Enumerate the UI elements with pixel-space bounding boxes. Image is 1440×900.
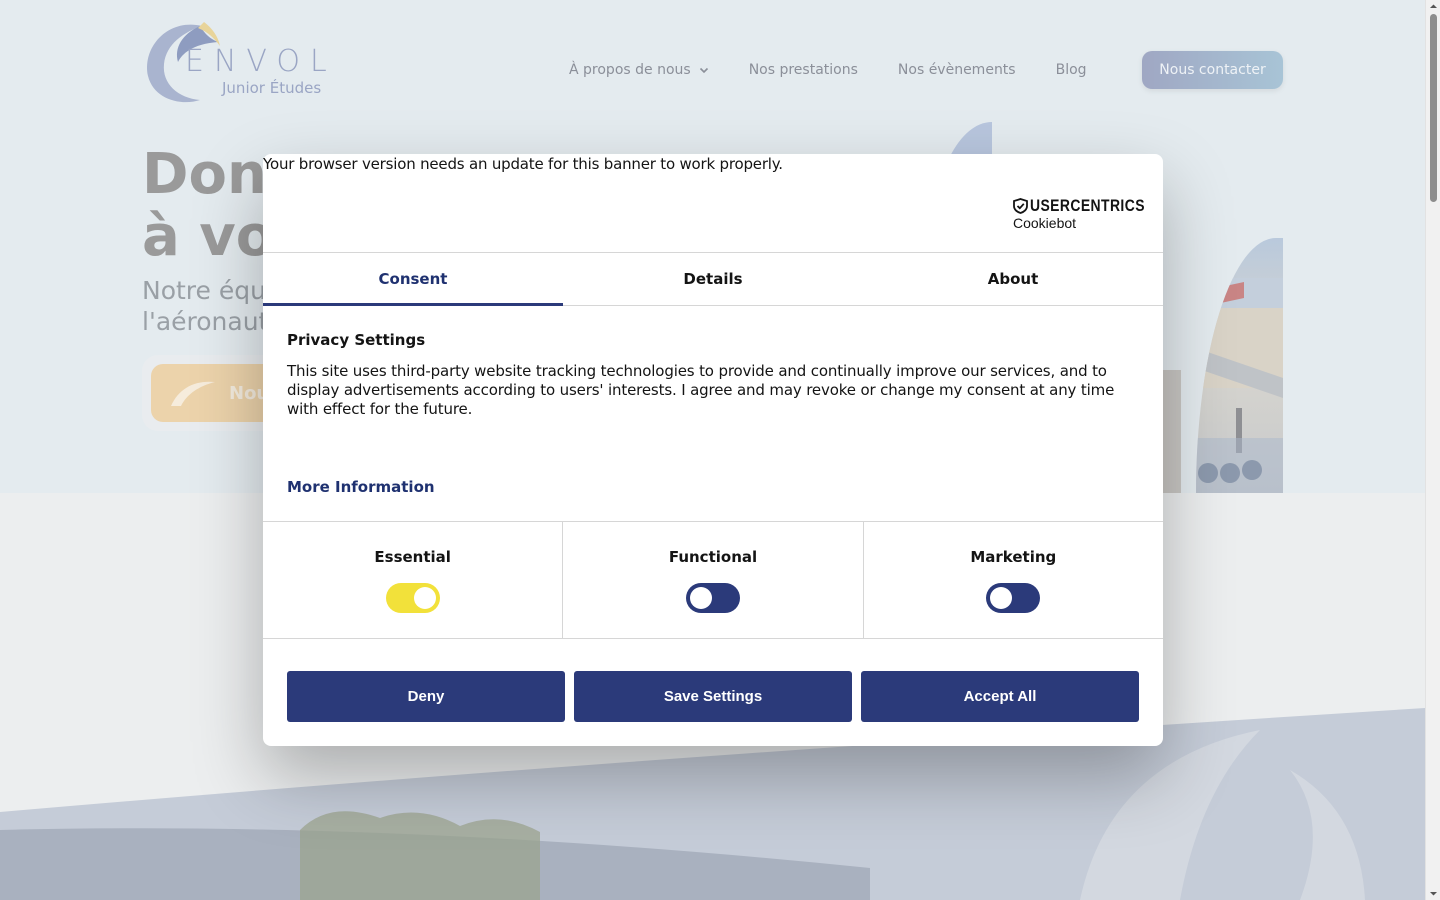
scroll-down-arrow-icon[interactable] [1429, 889, 1438, 898]
tab-about[interactable]: About [863, 253, 1163, 305]
accept-all-button[interactable]: Accept All [861, 671, 1139, 722]
category-label: Marketing [970, 548, 1057, 566]
privacy-settings-body: This site uses third-party website track… [287, 362, 1115, 418]
page-scrollbar[interactable] [1425, 0, 1440, 900]
browser-warning: Your browser version needs an update for… [263, 155, 783, 173]
toggle-knob [990, 587, 1013, 609]
category-label: Functional [668, 548, 758, 566]
brand-product: Cookiebot [1013, 215, 1077, 231]
category-label: Essential [374, 548, 451, 566]
toggle-knob [689, 587, 712, 609]
deny-button[interactable]: Deny [287, 671, 565, 722]
more-information-link[interactable]: More Information [287, 478, 435, 496]
shield-check-icon [1013, 198, 1028, 214]
save-settings-button[interactable]: Save Settings [574, 671, 852, 722]
essential-toggle[interactable] [385, 583, 440, 613]
brand-name: USERCENTRICS [1030, 196, 1145, 215]
marketing-toggle[interactable] [986, 583, 1041, 613]
brand-top: USERCENTRICS [1013, 196, 1170, 216]
privacy-settings-title: Privacy Settings [287, 331, 426, 349]
category-marketing: Marketing [864, 522, 1163, 638]
scrollbar-thumb[interactable] [1430, 14, 1437, 202]
toggle-knob [413, 587, 436, 609]
consent-tabs: Consent Details About [263, 252, 1163, 306]
cookiebot-brand: USERCENTRICS Cookiebot [1013, 196, 1144, 232]
consent-buttons: Deny Save Settings Accept All [287, 671, 1139, 722]
category-essential: Essential [263, 522, 564, 638]
scroll-up-arrow-icon[interactable] [1429, 2, 1438, 11]
tab-consent[interactable]: Consent [263, 253, 563, 306]
consent-categories: Essential Functional Marketing [263, 521, 1163, 639]
category-functional: Functional [563, 522, 864, 638]
cookie-consent-dialog: Your browser version needs an update for… [263, 154, 1163, 746]
tab-details[interactable]: Details [563, 253, 863, 305]
functional-toggle[interactable] [685, 583, 740, 613]
